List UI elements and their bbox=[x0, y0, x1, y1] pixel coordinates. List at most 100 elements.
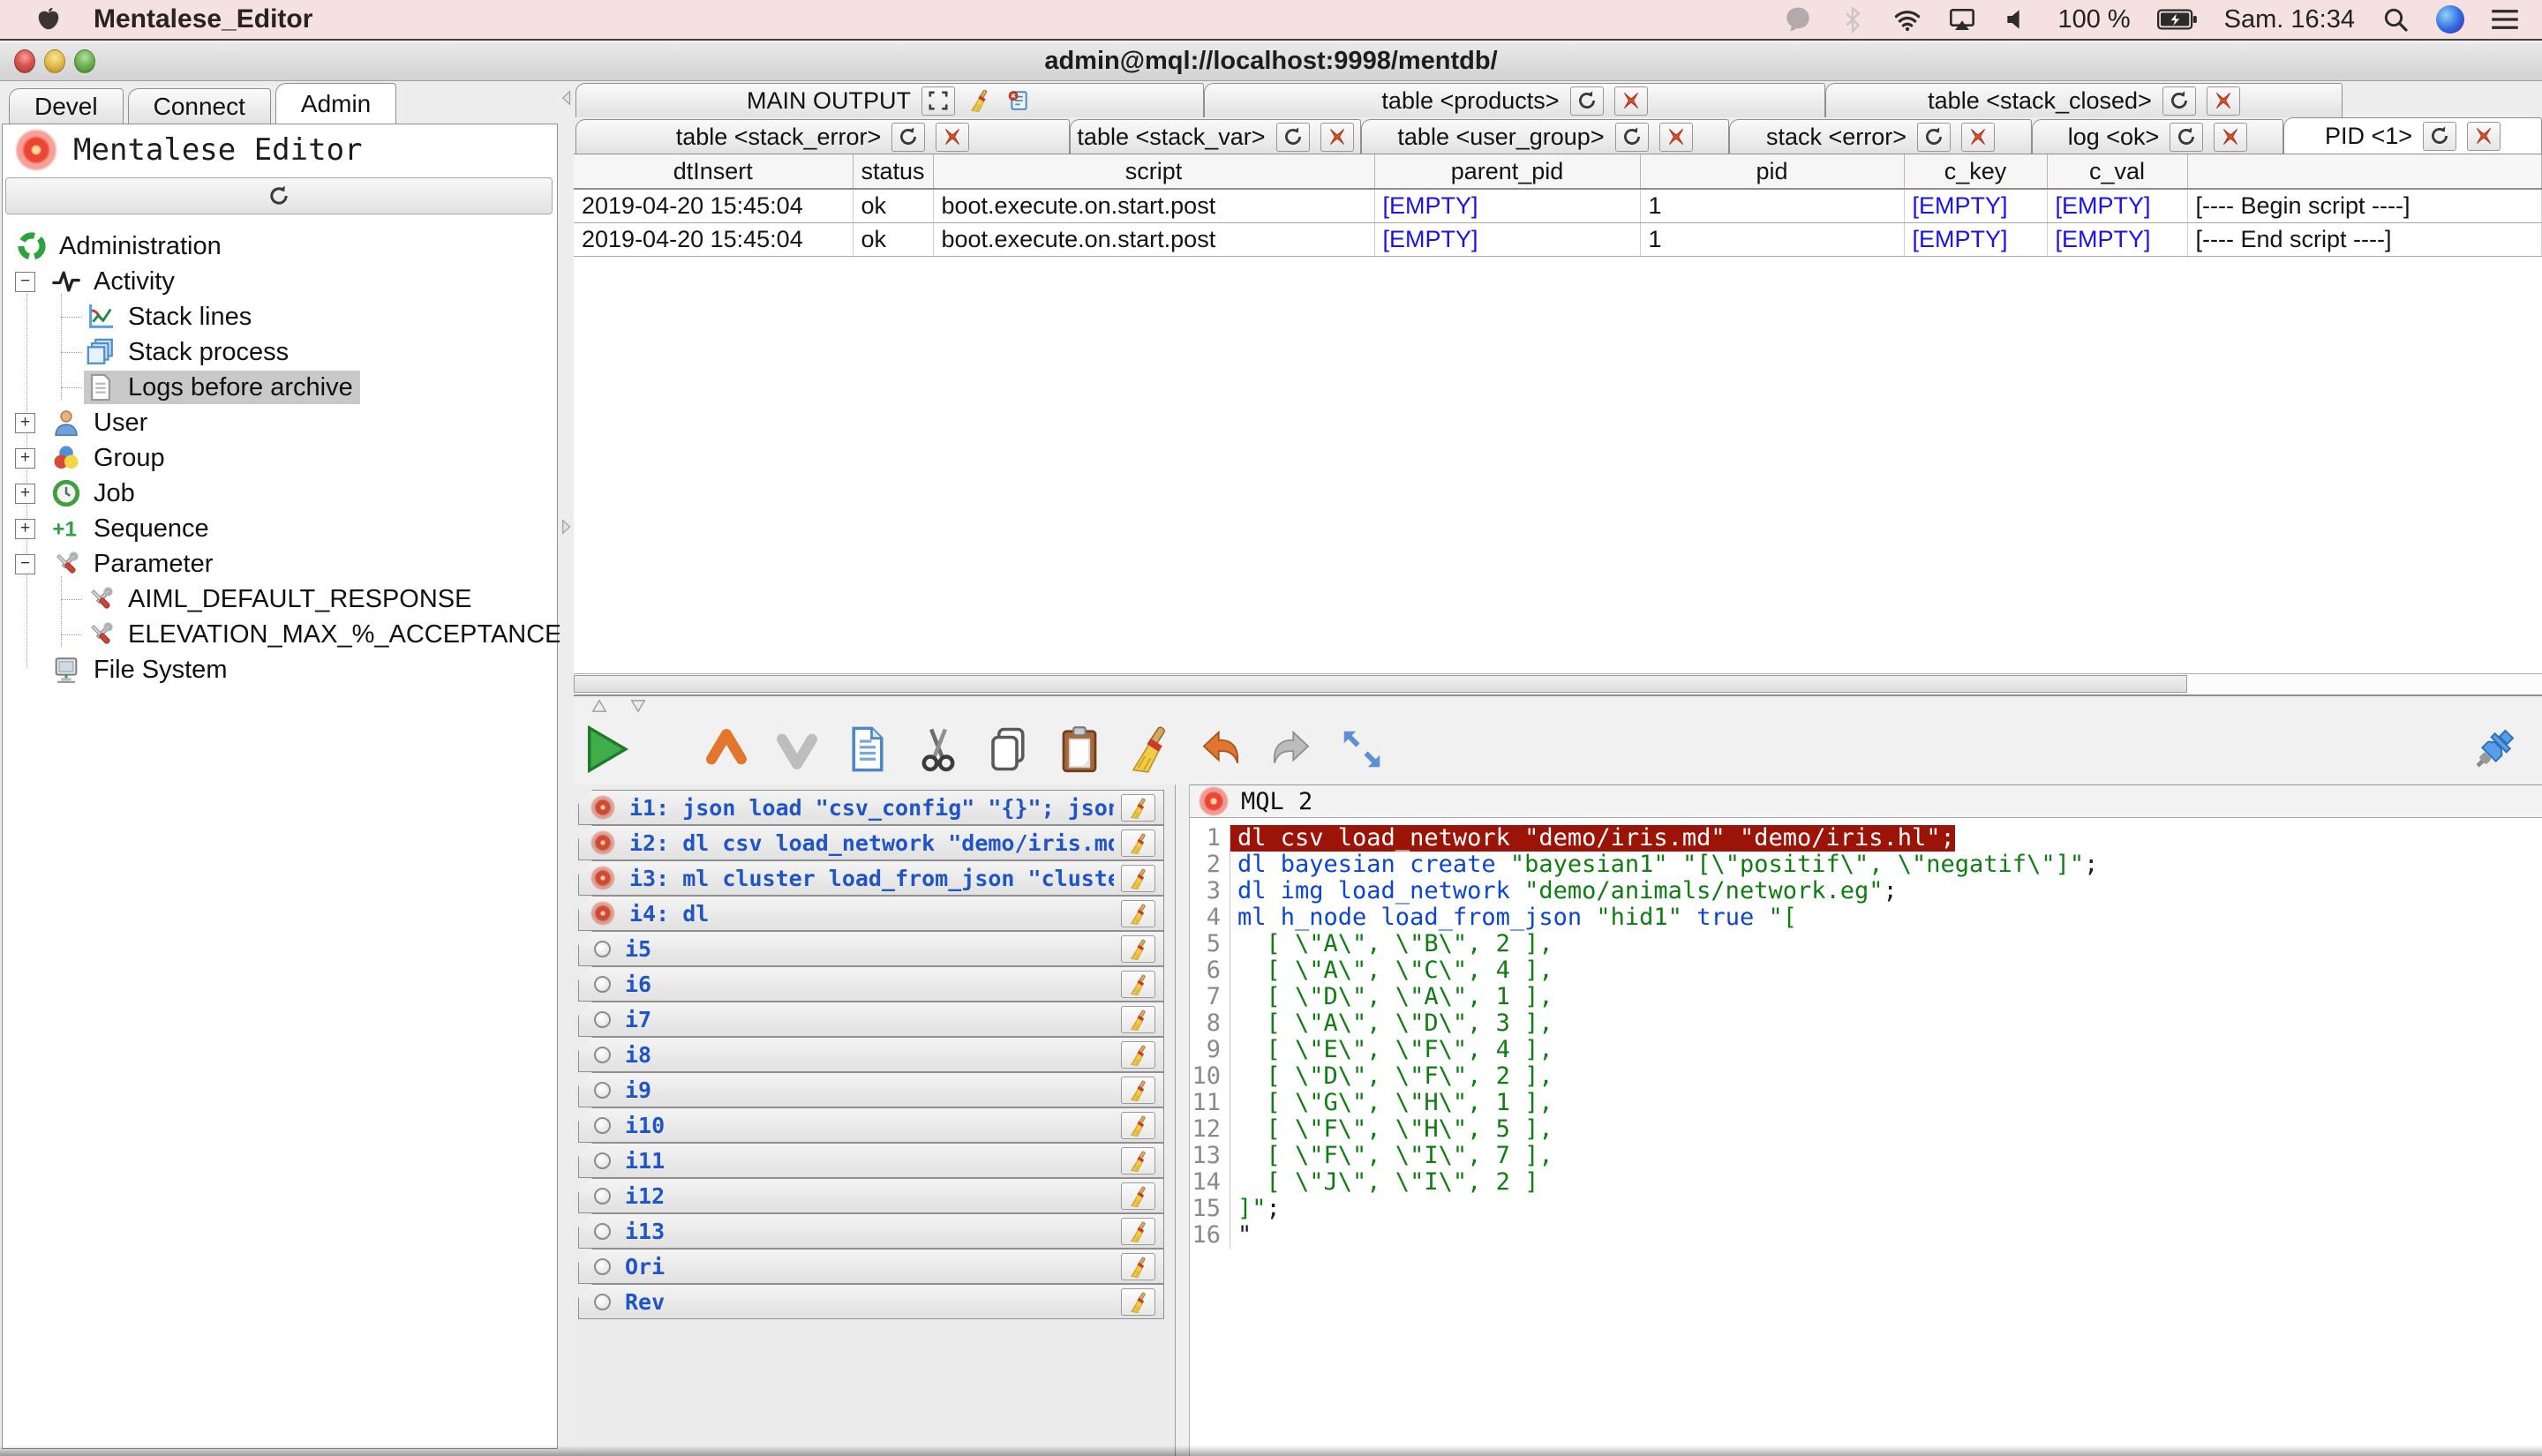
code-line[interactable]: 7 [ \"D\", \"A\", 1 ], bbox=[1190, 984, 2542, 1010]
close-tab-button[interactable] bbox=[2207, 86, 2240, 116]
tree-item-stack-lines[interactable]: Stack lines bbox=[3, 299, 557, 334]
history-item-i3[interactable]: i3: ml cluster load_from_json "cluster..… bbox=[578, 860, 1164, 896]
column-header-pid[interactable]: pid bbox=[1640, 154, 1904, 189]
clean-item-button[interactable] bbox=[1121, 1077, 1155, 1104]
code-line[interactable]: 8 [ \"A\", \"D\", 3 ], bbox=[1190, 1010, 2542, 1037]
notification-bubble-icon[interactable] bbox=[1784, 5, 1812, 34]
close-window-button[interactable] bbox=[14, 49, 35, 73]
history-item-i5[interactable]: i5 bbox=[578, 931, 1164, 966]
refresh-tab-button[interactable] bbox=[1276, 123, 1310, 152]
code-line[interactable]: 6 [ \"A\", \"C\", 4 ], bbox=[1190, 957, 2542, 984]
refresh-tab-button[interactable] bbox=[891, 123, 925, 152]
tab-main-output[interactable]: MAIN OUTPUT bbox=[575, 83, 1204, 117]
tab-table-stack-closed[interactable]: table <stack_closed> bbox=[1825, 83, 2343, 117]
close-tab-button[interactable] bbox=[1961, 123, 1995, 152]
code-line[interactable]: 11 [ \"G\", \"H\", 1 ], bbox=[1190, 1090, 2542, 1116]
history-item-i4[interactable]: i4: dl bbox=[578, 896, 1164, 931]
refresh-tab-button[interactable] bbox=[1570, 86, 1604, 116]
plus-expander-icon[interactable]: + bbox=[15, 448, 35, 469]
tree-item-sequence[interactable]: ++1Sequence bbox=[3, 511, 557, 546]
plus-expander-icon[interactable]: + bbox=[15, 484, 35, 504]
history-item-i9[interactable]: i9 bbox=[578, 1072, 1164, 1107]
clean-item-button[interactable] bbox=[1121, 1182, 1155, 1210]
clean-output-icon[interactable] bbox=[966, 86, 994, 115]
splitter-down-icon[interactable] bbox=[630, 699, 646, 713]
clean-item-button[interactable] bbox=[1121, 900, 1155, 927]
table-row[interactable]: 2019-04-20 15:45:04okboot.execute.on.sta… bbox=[574, 189, 2542, 222]
tab-connect[interactable]: Connect bbox=[128, 88, 271, 124]
refresh-tab-button[interactable] bbox=[2423, 122, 2456, 151]
menu-clock[interactable]: Sam. 16:34 bbox=[2224, 5, 2355, 34]
minus-expander-icon[interactable]: − bbox=[15, 554, 35, 574]
history-item-i10[interactable]: i10 bbox=[578, 1107, 1164, 1143]
code-line[interactable]: 4ml h_node load_from_json "hid1" true "[ bbox=[1190, 904, 2542, 931]
code-line[interactable]: 9 [ \"E\", \"F\", 4 ], bbox=[1190, 1037, 2542, 1063]
code-line[interactable]: 5 [ \"A\", \"B\", 2 ], bbox=[1190, 931, 2542, 957]
clean-item-button[interactable] bbox=[1121, 865, 1155, 892]
clean-item-button[interactable] bbox=[1121, 1112, 1155, 1139]
cut-button[interactable] bbox=[914, 724, 962, 775]
close-tab-button[interactable] bbox=[1320, 123, 1354, 152]
refresh-tab-button[interactable] bbox=[1917, 123, 1951, 152]
column-header-dtinsert[interactable]: dtInsert bbox=[574, 154, 853, 189]
code-area[interactable]: 1dl csv load_network "demo/iris.md" "dem… bbox=[1190, 819, 2542, 1456]
close-tab-button[interactable] bbox=[2467, 122, 2501, 151]
resize-button[interactable] bbox=[1338, 724, 1386, 775]
history-item-i11[interactable]: i11 bbox=[578, 1143, 1164, 1178]
refresh-tree-button[interactable] bbox=[5, 177, 553, 214]
column-header-c-val[interactable]: c_val bbox=[2047, 154, 2187, 189]
column-header-c-key[interactable]: c_key bbox=[1904, 154, 2047, 189]
wifi-icon[interactable] bbox=[1893, 5, 1922, 34]
tab-admin[interactable]: Admin bbox=[275, 83, 396, 124]
code-line[interactable]: 3dl img load_network "demo/animals/netwo… bbox=[1190, 878, 2542, 904]
apple-logo-icon[interactable] bbox=[35, 5, 62, 34]
minus-expander-icon[interactable]: − bbox=[15, 272, 35, 292]
menu-list-icon[interactable] bbox=[2491, 5, 2519, 34]
bluetooth-icon[interactable] bbox=[1839, 5, 1867, 34]
history-item-rev[interactable]: Rev bbox=[578, 1284, 1164, 1319]
plus-expander-icon[interactable]: + bbox=[15, 519, 35, 539]
clean-item-button[interactable] bbox=[1121, 1253, 1155, 1280]
column-header-script[interactable]: script bbox=[933, 154, 1374, 189]
history-item-i13[interactable]: i13 bbox=[578, 1213, 1164, 1249]
airplay-icon[interactable] bbox=[1948, 5, 1976, 34]
new-script-button[interactable] bbox=[844, 724, 891, 775]
clean-item-button[interactable] bbox=[1121, 1147, 1155, 1175]
tab-pid-1[interactable]: PID <1> bbox=[2283, 117, 2542, 154]
refresh-tab-button[interactable] bbox=[2162, 86, 2196, 116]
expand-output-button[interactable] bbox=[921, 86, 955, 116]
clean-item-button[interactable] bbox=[1121, 1288, 1155, 1316]
plus-expander-icon[interactable]: + bbox=[15, 413, 35, 433]
code-line[interactable]: 13 [ \"F\", \"I\", 7 ], bbox=[1190, 1143, 2542, 1169]
copy-button[interactable] bbox=[985, 724, 1033, 775]
tree-item-aiml-default-response[interactable]: AIML_DEFAULT_RESPONSE bbox=[3, 582, 557, 617]
history-item-i1[interactable]: i1: json load "csv_config" "{}"; json ..… bbox=[578, 790, 1164, 825]
battery-icon[interactable] bbox=[2157, 5, 2198, 34]
column-header-parent-pid[interactable]: parent_pid bbox=[1374, 154, 1640, 189]
clean-item-button[interactable] bbox=[1121, 1006, 1155, 1033]
code-line[interactable]: 2dl bayesian create "bayesian1" "[\"posi… bbox=[1190, 852, 2542, 878]
tab-table-user-group[interactable]: table <user_group> bbox=[1361, 119, 1729, 154]
clean-button[interactable] bbox=[1126, 724, 1174, 775]
close-tab-button[interactable] bbox=[2214, 123, 2247, 152]
redo-button[interactable] bbox=[1267, 724, 1315, 775]
tree-item-file-system[interactable]: File System bbox=[3, 652, 557, 687]
undo-button[interactable] bbox=[1197, 724, 1245, 775]
column-header-status[interactable]: status bbox=[853, 154, 933, 189]
code-line[interactable]: 10 [ \"D\", \"F\", 2 ], bbox=[1190, 1063, 2542, 1090]
minimize-window-button[interactable] bbox=[44, 49, 65, 73]
code-line[interactable]: 1dl csv load_network "demo/iris.md" "dem… bbox=[1190, 825, 2542, 852]
horizontal-scrollbar[interactable] bbox=[574, 673, 2542, 696]
tab-log-ok[interactable]: log <ok> bbox=[2032, 119, 2283, 154]
clean-item-button[interactable] bbox=[1121, 829, 1155, 857]
clean-item-button[interactable] bbox=[1121, 1041, 1155, 1069]
tab-table-stack-var[interactable]: table <stack_var> bbox=[1070, 119, 1361, 154]
tab-stack-error[interactable]: stack <error> bbox=[1729, 119, 2032, 154]
collapse-left-icon[interactable] bbox=[561, 90, 572, 106]
code-line[interactable]: 12 [ \"F\", \"H\", 5 ], bbox=[1190, 1116, 2542, 1143]
code-line[interactable]: 14 [ \"J\", \"I\", 2 ] bbox=[1190, 1169, 2542, 1196]
tree-item-parameter[interactable]: −Parameter bbox=[3, 546, 557, 582]
move-down-button[interactable] bbox=[773, 724, 821, 775]
editor-tab[interactable]: MQL 2 bbox=[1190, 785, 2542, 818]
paste-button[interactable] bbox=[1056, 724, 1103, 775]
